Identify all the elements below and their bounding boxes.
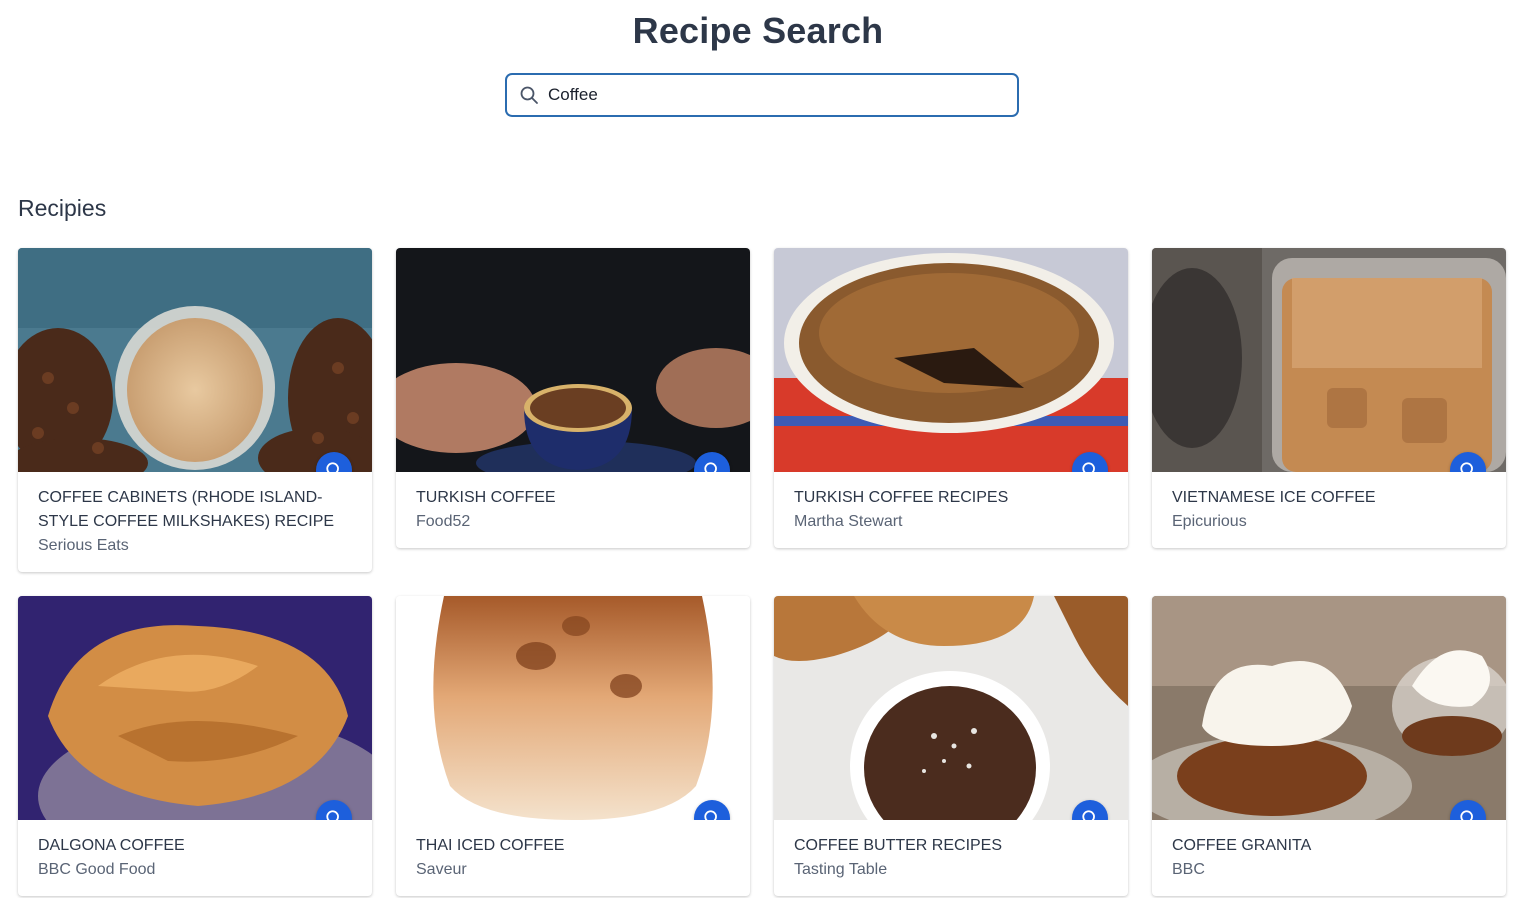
recipe-image[interactable] bbox=[1152, 248, 1506, 472]
recipe-image[interactable] bbox=[18, 248, 372, 472]
recipe-card[interactable]: COFFEE GRANITA BBC bbox=[1152, 596, 1506, 896]
recipe-source: Epicurious bbox=[1172, 513, 1247, 530]
recipe-title[interactable]: DALGONA COFFEE bbox=[38, 834, 352, 858]
recipe-source: Food52 bbox=[416, 513, 471, 530]
recipe-card[interactable]: COFFEE CABINETS (RHODE ISLAND-STYLE COFF… bbox=[18, 248, 372, 572]
recipe-card-body: TURKISH COFFEE Food52 bbox=[396, 472, 750, 548]
recipe-source: BBC Good Food bbox=[38, 861, 156, 878]
zoom-icon bbox=[1460, 810, 1473, 820]
page-title: Recipe Search bbox=[632, 10, 884, 51]
recipe-source: Serious Eats bbox=[38, 537, 129, 554]
recipe-image[interactable] bbox=[396, 596, 750, 820]
recipe-source: Saveur bbox=[416, 861, 467, 878]
zoom-icon bbox=[326, 462, 339, 472]
recipe-source: BBC bbox=[1172, 861, 1205, 878]
recipe-card[interactable]: THAI ICED COFFEE Saveur bbox=[396, 596, 750, 896]
recipe-image[interactable] bbox=[396, 248, 750, 472]
section-title: Recipies bbox=[18, 195, 107, 221]
search-input[interactable] bbox=[548, 85, 988, 105]
search-box[interactable] bbox=[506, 74, 1018, 116]
zoom-icon bbox=[704, 462, 717, 472]
recipe-card[interactable]: VIETNAMESE ICE COFFEE Epicurious bbox=[1152, 248, 1506, 548]
recipe-source: Martha Stewart bbox=[794, 513, 903, 530]
recipe-card-body: VIETNAMESE ICE COFFEE Epicurious bbox=[1152, 472, 1506, 548]
recipe-card-body: DALGONA COFFEE BBC Good Food bbox=[18, 820, 372, 896]
recipe-source: Tasting Table bbox=[794, 861, 888, 878]
recipe-card-body: COFFEE GRANITA BBC bbox=[1152, 820, 1506, 896]
recipe-image[interactable] bbox=[774, 248, 1128, 472]
recipe-image[interactable] bbox=[18, 596, 372, 820]
recipe-title[interactable]: VIETNAMESE ICE COFFEE bbox=[1172, 486, 1486, 510]
recipe-title[interactable]: COFFEE BUTTER RECIPES bbox=[794, 834, 1108, 858]
recipe-card[interactable]: TURKISH COFFEE RECIPES Martha Stewart bbox=[774, 248, 1128, 548]
search-icon bbox=[518, 84, 540, 106]
recipe-title[interactable]: COFFEE CABINETS (RHODE ISLAND-STYLE COFF… bbox=[38, 486, 352, 534]
recipe-grid: COFFEE CABINETS (RHODE ISLAND-STYLE COFF… bbox=[18, 248, 1506, 896]
zoom-icon bbox=[1082, 462, 1095, 472]
recipe-title[interactable]: TURKISH COFFEE RECIPES bbox=[794, 486, 1108, 510]
recipe-card[interactable]: TURKISH COFFEE Food52 bbox=[396, 248, 750, 548]
recipe-title[interactable]: THAI ICED COFFEE bbox=[416, 834, 730, 858]
recipe-card-body: THAI ICED COFFEE Saveur bbox=[396, 820, 750, 896]
recipe-card[interactable]: DALGONA COFFEE BBC Good Food bbox=[18, 596, 372, 896]
recipe-card[interactable]: COFFEE BUTTER RECIPES Tasting Table bbox=[774, 596, 1128, 896]
recipe-image[interactable] bbox=[774, 596, 1128, 820]
zoom-icon bbox=[1082, 810, 1095, 820]
recipe-title[interactable]: TURKISH COFFEE bbox=[416, 486, 730, 510]
recipe-card-body: COFFEE CABINETS (RHODE ISLAND-STYLE COFF… bbox=[18, 472, 372, 572]
recipe-image[interactable] bbox=[1152, 596, 1506, 820]
zoom-icon bbox=[704, 810, 717, 820]
recipe-title[interactable]: COFFEE GRANITA bbox=[1172, 834, 1486, 858]
zoom-icon bbox=[326, 810, 339, 820]
recipe-card-body: COFFEE BUTTER RECIPES Tasting Table bbox=[774, 820, 1128, 896]
zoom-icon bbox=[1460, 462, 1473, 472]
recipe-card-body: TURKISH COFFEE RECIPES Martha Stewart bbox=[774, 472, 1128, 548]
